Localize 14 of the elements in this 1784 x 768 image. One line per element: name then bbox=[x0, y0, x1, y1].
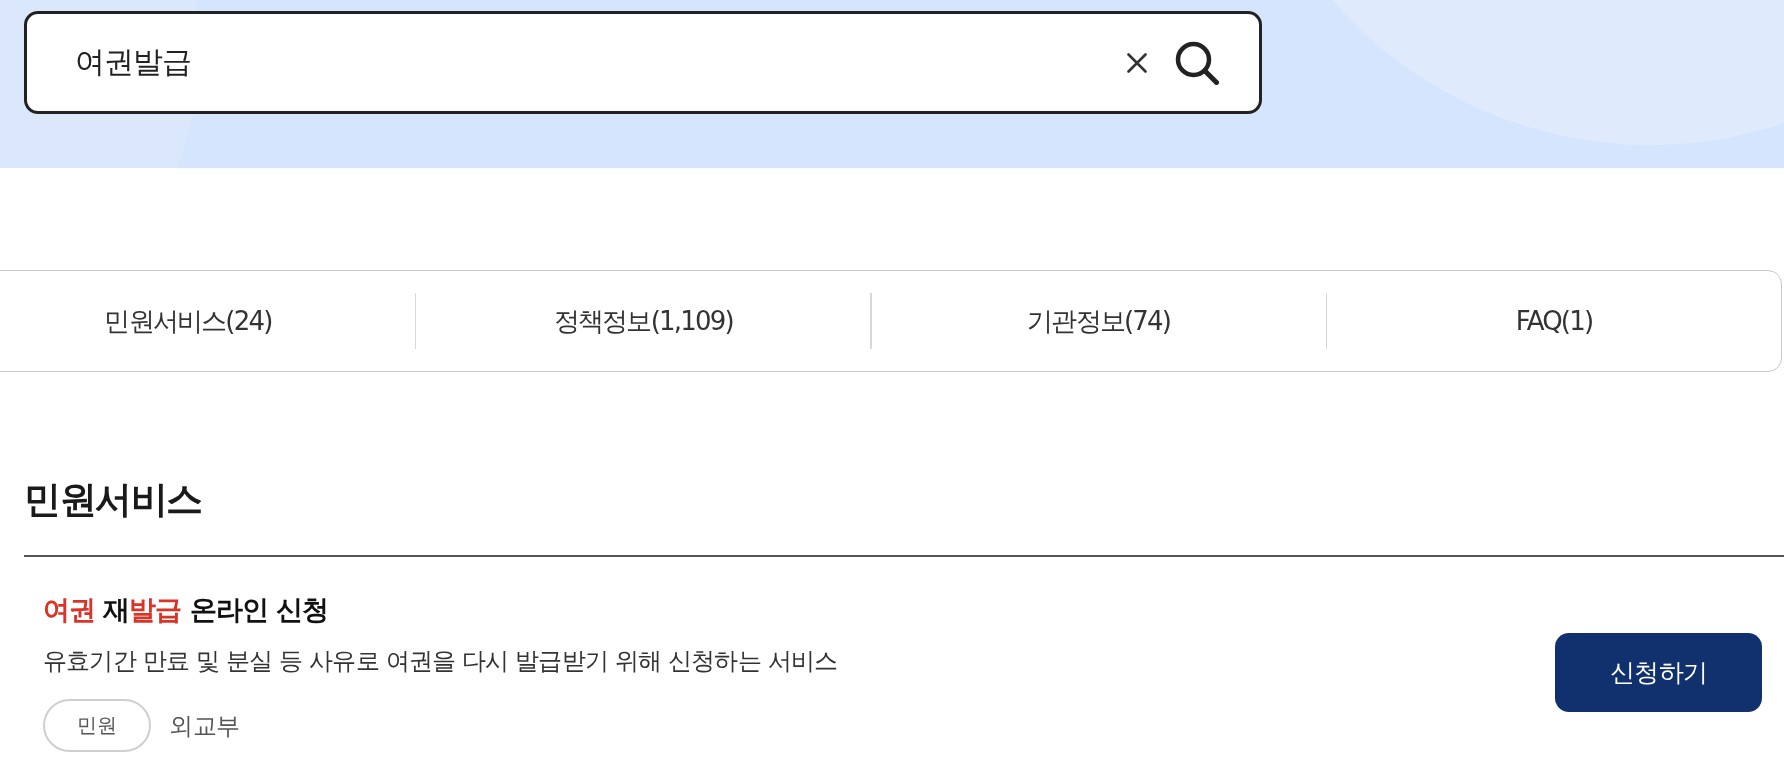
search-bar[interactable]: 여권발급 bbox=[24, 11, 1262, 114]
category-tab[interactable]: 기관정보(74) bbox=[871, 271, 1326, 371]
agency-label: 외교부 bbox=[169, 710, 240, 742]
category-tab[interactable]: FAQ(1) bbox=[1327, 271, 1781, 371]
result-title[interactable]: 여권 재발급 온라인 신청 bbox=[43, 592, 329, 628]
apply-button[interactable]: 신청하기 bbox=[1555, 632, 1762, 712]
close-icon[interactable] bbox=[1127, 52, 1147, 73]
category-tag: 민원 bbox=[43, 699, 151, 752]
search-field[interactable]: 여권발급 bbox=[75, 40, 1099, 85]
category-tab[interactable]: 정책정보(1,109) bbox=[416, 271, 871, 371]
result-description: 유효기간 만료 및 분실 등 사유로 여권을 다시 발급받기 위해 신청하는 서비스 bbox=[43, 646, 838, 677]
search-icon[interactable] bbox=[1175, 40, 1219, 85]
category-tab[interactable]: 민원서비스(24) bbox=[0, 271, 415, 371]
section-title: 민원서비스 bbox=[24, 478, 202, 522]
